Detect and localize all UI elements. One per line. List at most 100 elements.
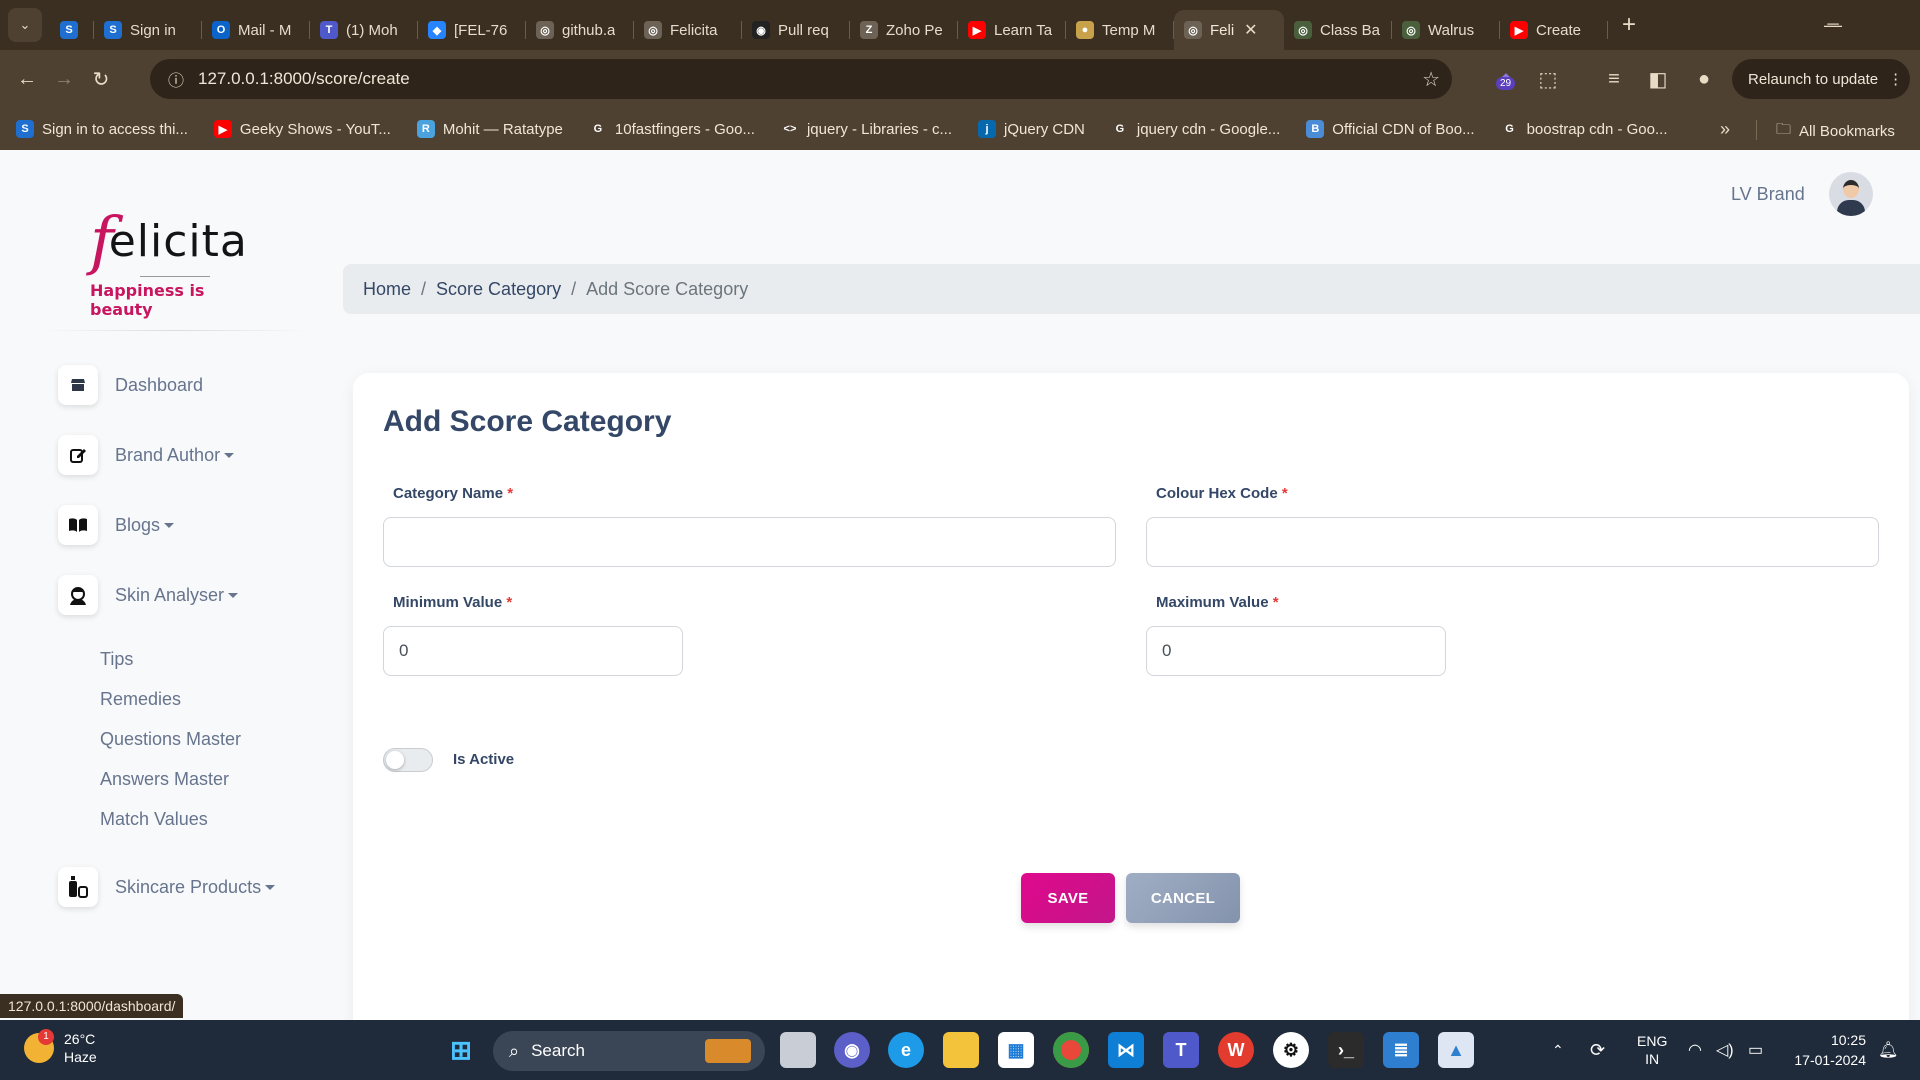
browser-tab[interactable]: Z Zoho Pe: [850, 10, 958, 50]
submenu-item-answers-master[interactable]: Answers Master: [100, 759, 328, 799]
browser-tab[interactable]: ◉ Pull req: [742, 10, 850, 50]
browser-tab[interactable]: S: [50, 10, 94, 50]
all-bookmarks[interactable]: 🗀 All Bookmarks: [1776, 119, 1895, 144]
app-icon[interactable]: ⚙: [1273, 1032, 1309, 1068]
browser-tab[interactable]: O Mail - M: [202, 10, 310, 50]
forward-arrow-icon[interactable]: →: [46, 61, 82, 97]
browser-tab[interactable]: ◎ Walrus: [1392, 10, 1500, 50]
taskbar-search[interactable]: ⌕ Search: [493, 1031, 765, 1071]
file-explorer-icon[interactable]: [943, 1032, 979, 1068]
bookmark-item[interactable]: B Official CDN of Boo...: [1306, 120, 1475, 138]
category-name-input[interactable]: [383, 517, 1116, 567]
bookmark-item[interactable]: G 10fastfingers - Goo...: [588, 120, 755, 138]
microsoft-store-icon[interactable]: ▦: [998, 1032, 1034, 1068]
browser-tab[interactable]: ▶ Learn Ta: [958, 10, 1066, 50]
browser-tab[interactable]: ◎ github.a: [526, 10, 634, 50]
notification-bell-icon[interactable]: 🔔︎: [1878, 1020, 1898, 1080]
relaunch-button[interactable]: Relaunch to update ⋮: [1732, 59, 1910, 99]
submenu-item-remedies[interactable]: Remedies: [100, 679, 328, 719]
clock[interactable]: 10:25 17-01-2024: [1786, 1030, 1866, 1070]
colour-hex-input[interactable]: [1146, 517, 1879, 567]
volume-icon[interactable]: ◁): [1716, 1020, 1734, 1080]
profile-icon[interactable]: ●: [1686, 61, 1722, 97]
minimize-window-icon[interactable]: ─: [1805, 0, 1861, 50]
minimum-value-input[interactable]: [383, 626, 683, 676]
breadcrumb-home[interactable]: Home: [363, 279, 411, 300]
browser-tab[interactable]: S Sign in: [94, 10, 202, 50]
browser-tab[interactable]: ◎ Feli ✕: [1174, 10, 1284, 50]
bookmark-item[interactable]: j jQuery CDN: [978, 120, 1085, 138]
tab-favicon-icon: S: [60, 21, 78, 39]
sidebar-item-skin-analyser[interactable]: Skin Analyser: [58, 575, 328, 615]
weather-widget[interactable]: 1 26°C Haze: [24, 1029, 97, 1066]
user-menu[interactable]: LV Brand: [1731, 172, 1873, 216]
save-button[interactable]: SAVE: [1021, 873, 1115, 923]
show-hidden-icons-icon[interactable]: ⌃: [1552, 1020, 1564, 1080]
browser-tab[interactable]: ◎ Felicita: [634, 10, 742, 50]
bookmark-item[interactable]: ▶ Geeky Shows - YouT...: [213, 120, 391, 138]
submenu-item-questions-master[interactable]: Questions Master: [100, 719, 328, 759]
tab-close-icon[interactable]: ✕: [1244, 20, 1257, 40]
sync-icon[interactable]: ⟳: [1590, 1020, 1605, 1080]
new-tab-plus-icon[interactable]: +: [1622, 11, 1636, 39]
submenu-item-tips[interactable]: Tips: [100, 639, 328, 679]
felicita-logo[interactable]: felicita Happiness is beauty: [90, 198, 270, 319]
address-url[interactable]: 127.0.0.1:8000/score/create: [198, 69, 410, 89]
terminal-icon[interactable]: ›_: [1328, 1032, 1364, 1068]
back-arrow-icon[interactable]: ←: [9, 61, 45, 97]
submenu-item-match-values[interactable]: Match Values: [100, 799, 328, 839]
language-indicator[interactable]: ENG IN: [1637, 1020, 1667, 1080]
avatar[interactable]: [1828, 172, 1873, 216]
kebab-menu-icon[interactable]: ⋮: [1888, 70, 1903, 88]
reload-icon[interactable]: ↻: [83, 61, 119, 97]
bookmark-item[interactable]: Gboostrap cdn - Goo...: [1500, 120, 1668, 138]
maximum-value-input[interactable]: [1146, 626, 1446, 676]
more-bookmarks-icon[interactable]: »: [1720, 119, 1730, 140]
windows-start-icon[interactable]: ⊞: [443, 1032, 479, 1068]
browser-tab[interactable]: ◆ [FEL-76: [418, 10, 526, 50]
bookmark-item[interactable]: R Mohit — Ratatype: [416, 120, 563, 138]
colour-hex-label: Colour Hex Code *: [1156, 485, 1288, 502]
bottles-icon: [58, 867, 98, 907]
weather-text: 26°C Haze: [64, 1030, 97, 1066]
extensions-puzzle-icon[interactable]: ⬚: [1530, 61, 1566, 97]
browser-tab[interactable]: T (1) Moh: [310, 10, 418, 50]
address-bar[interactable]: ⓘ 127.0.0.1:8000/score/create ☆: [150, 59, 1452, 99]
cancel-button[interactable]: CANCEL: [1126, 873, 1240, 923]
battery-icon[interactable]: ▭: [1748, 1020, 1763, 1080]
sidebar-item-label: Blogs: [115, 515, 175, 536]
notepad-icon[interactable]: ≣: [1383, 1032, 1419, 1068]
site-info-icon[interactable]: ⓘ: [156, 67, 196, 91]
meet-chat-icon[interactable]: ◉: [834, 1032, 870, 1068]
bookmark-label: boostrap cdn - Goo...: [1526, 120, 1668, 138]
edge-browser-icon[interactable]: e: [888, 1032, 924, 1068]
face-icon: [58, 575, 98, 615]
sidebar-item-brand-author[interactable]: Brand Author: [58, 435, 328, 475]
task-view-icon[interactable]: [780, 1032, 816, 1068]
wifi-icon[interactable]: ◠: [1688, 1020, 1702, 1080]
sidebar-item-skincare-products[interactable]: Skincare Products: [58, 867, 328, 907]
browser-tab[interactable]: ◎ Class Ba: [1284, 10, 1392, 50]
chrome-icon[interactable]: [1053, 1032, 1089, 1068]
browser-tab[interactable]: ● Temp M: [1066, 10, 1174, 50]
side-panel-icon[interactable]: ◧: [1640, 61, 1676, 97]
sidebar-item-blogs[interactable]: Blogs: [58, 505, 328, 545]
tab-search-chevron-icon[interactable]: ⌄: [8, 8, 42, 42]
breadcrumb-score-category[interactable]: Score Category: [436, 279, 561, 300]
bookmark-item[interactable]: S Sign in to access thi...: [16, 120, 188, 138]
wps-office-icon[interactable]: W: [1218, 1032, 1254, 1068]
bookmark-star-icon[interactable]: ☆: [1422, 67, 1440, 92]
browser-tab[interactable]: ▶ Create: [1500, 10, 1608, 50]
media-control-icon[interactable]: ≡: [1596, 61, 1632, 97]
image-viewer-icon[interactable]: ▲: [1438, 1032, 1474, 1068]
sidebar-item-dashboard[interactable]: Dashboard: [58, 365, 328, 405]
tab-title: Temp M: [1102, 21, 1156, 39]
is-active-toggle[interactable]: [383, 748, 433, 772]
vscode-icon[interactable]: ⋈: [1108, 1032, 1144, 1068]
bookmark-favicon-icon: ▶: [213, 120, 232, 138]
teams-icon[interactable]: T: [1163, 1032, 1199, 1068]
tab-favicon-icon: ◎: [1294, 21, 1312, 39]
tab-title: Feli: [1210, 21, 1235, 39]
bookmark-item[interactable]: <> jquery - Libraries - c...: [780, 120, 952, 138]
bookmark-item[interactable]: Gjquery cdn - Google...: [1110, 120, 1280, 138]
